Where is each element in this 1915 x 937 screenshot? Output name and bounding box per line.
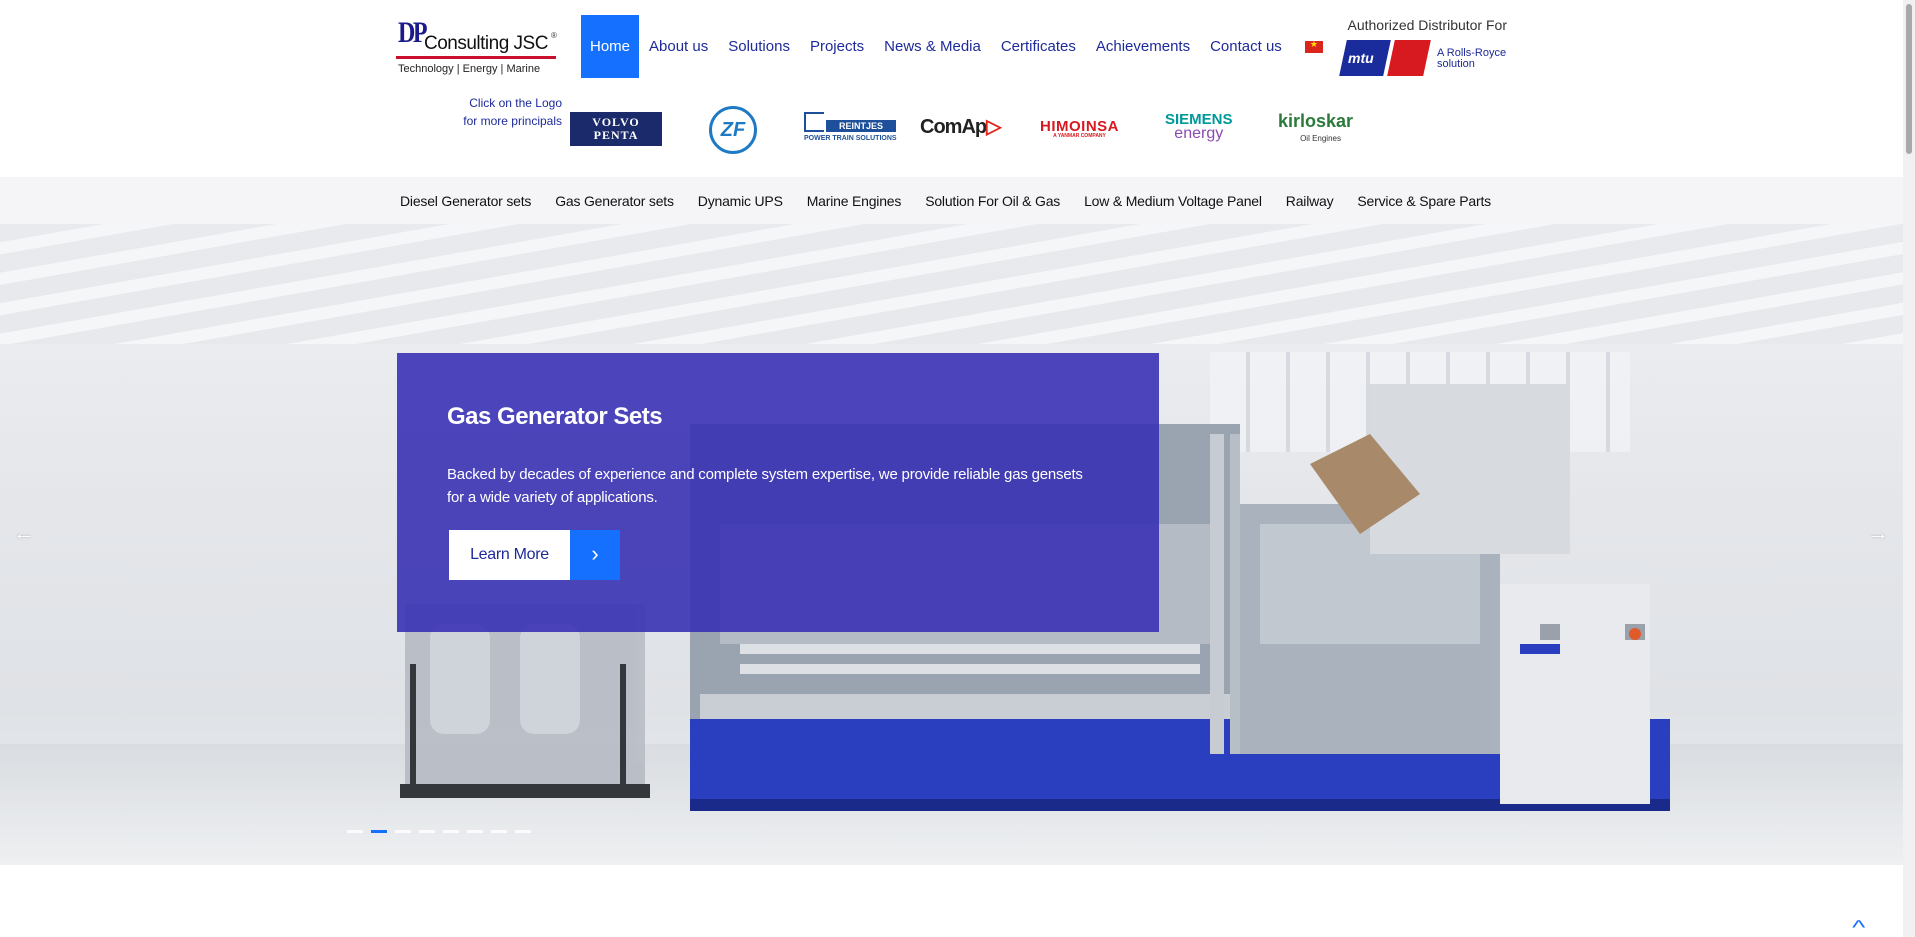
distributor-label: Authorized Distributor For: [1347, 17, 1507, 33]
product-nav-marine-engines[interactable]: Marine Engines: [795, 193, 913, 209]
principals-hint: Click on the Logo for more principals: [452, 94, 562, 130]
auxiliary-tanks: [400, 604, 650, 798]
reintjes-sub: POWER TRAIN SOLUTIONS: [804, 135, 897, 142]
zf-logo[interactable]: ZF: [709, 106, 757, 154]
nav-home[interactable]: Home: [581, 15, 640, 78]
product-nav-gas-generator-sets[interactable]: Gas Generator sets: [543, 193, 686, 209]
logo-underline: [396, 56, 556, 59]
mtu-text: mtu: [1348, 50, 1374, 66]
kirloskar-sub: Oil Engines: [1300, 134, 1341, 143]
nav-solutions[interactable]: Solutions: [718, 15, 800, 78]
siemens-energy-logo[interactable]: SIEMENS energy: [1165, 112, 1233, 142]
reintjes-mark: [804, 112, 824, 132]
slider-dot[interactable]: [491, 830, 507, 833]
slider-pagination: [347, 830, 531, 833]
himoinsa-logo[interactable]: HIMOINSA A YANMAR COMPANY: [1040, 118, 1119, 139]
hero-caption: Gas Generator Sets Backed by decades of …: [397, 353, 1159, 632]
nav-about-us[interactable]: About us: [639, 15, 718, 78]
hero-slider: Gas Generator Sets Backed by decades of …: [0, 224, 1903, 865]
kirloskar-name: kirloskar: [1278, 111, 1354, 131]
logo-name: Consulting JSC: [424, 33, 548, 54]
main-nav: Home About us Solutions Projects News & …: [581, 15, 1323, 78]
mtu-red-block: [1387, 40, 1431, 76]
rolls-royce-line2: solution: [1437, 58, 1475, 70]
logo-mark: DP: [398, 16, 428, 49]
slider-dot[interactable]: [515, 830, 531, 833]
scrollbar-thumb[interactable]: [1906, 4, 1912, 154]
rolls-royce-note: A Rolls-Royce solution: [1437, 48, 1517, 70]
product-nav-service-spare-parts[interactable]: Service & Spare Parts: [1345, 193, 1503, 209]
mtu-logo[interactable]: mtu: [1339, 40, 1431, 76]
learn-more-label: Learn More: [470, 546, 549, 563]
product-nav: Diesel Generator sets Gas Generator sets…: [0, 177, 1903, 224]
logo-tagline: Technology | Energy | Marine: [398, 63, 541, 75]
slider-prev-arrow-icon[interactable]: ←: [13, 520, 35, 546]
product-nav-voltage-panel[interactable]: Low & Medium Voltage Panel: [1072, 193, 1274, 209]
slider-dot[interactable]: [395, 830, 411, 833]
kirloskar-logo[interactable]: kirloskar Oil Engines: [1278, 112, 1353, 148]
nav-news-media[interactable]: News & Media: [874, 15, 991, 78]
product-nav-diesel-generator-sets[interactable]: Diesel Generator sets: [394, 193, 543, 209]
comap-triangle-icon: ▷: [986, 116, 1001, 138]
nav-projects[interactable]: Projects: [800, 15, 874, 78]
product-nav-dynamic-ups[interactable]: Dynamic UPS: [686, 193, 795, 209]
principals-hint-line1: Click on the Logo: [469, 96, 562, 110]
principals-hint-line2: for more principals: [463, 114, 562, 128]
slider-dot[interactable]: [443, 830, 459, 833]
nav-achievements[interactable]: Achievements: [1086, 15, 1200, 78]
scroll-to-top-chevron-icon[interactable]: ^: [1852, 917, 1865, 937]
slider-dot[interactable]: [467, 830, 483, 833]
slider-dot[interactable]: [419, 830, 435, 833]
product-nav-oil-gas[interactable]: Solution For Oil & Gas: [913, 193, 1072, 209]
comap-logo[interactable]: ComAp▷: [920, 114, 1002, 139]
comap-name: ComAp: [920, 116, 987, 138]
dp-consulting-logo[interactable]: DP Consulting JSC ® Technology | Energy …: [396, 16, 558, 78]
vietnam-flag-icon[interactable]: [1304, 39, 1323, 53]
slider-dot[interactable]: [347, 830, 363, 833]
control-cabinet: [1500, 584, 1650, 804]
learn-more-button[interactable]: Learn More ›: [449, 530, 620, 580]
slider-dot[interactable]: [371, 830, 387, 833]
product-nav-railway[interactable]: Railway: [1274, 193, 1346, 209]
volvo-line2: PENTA: [593, 128, 639, 142]
registered-mark: ®: [551, 31, 557, 40]
reintjes-logo[interactable]: REINTJES POWER TRAIN SOLUTIONS: [804, 112, 897, 146]
chevron-right-icon: ›: [570, 530, 620, 580]
hero-title: Gas Generator Sets: [447, 403, 663, 430]
slider-next-arrow-icon[interactable]: →: [1867, 520, 1889, 546]
page-scrollbar[interactable]: [1903, 0, 1915, 937]
reintjes-name: REINTJES: [826, 120, 896, 132]
nav-certificates[interactable]: Certificates: [991, 15, 1086, 78]
volvo-line1: VOLVO: [592, 115, 640, 129]
nav-contact-us[interactable]: Contact us: [1200, 15, 1292, 78]
hero-description: Backed by decades of experience and comp…: [447, 466, 1083, 506]
volvo-penta-logo[interactable]: VOLVO PENTA: [570, 112, 662, 146]
site-header: DP Consulting JSC ® Technology | Energy …: [0, 0, 1903, 177]
siemens-energy: energy: [1174, 125, 1224, 142]
